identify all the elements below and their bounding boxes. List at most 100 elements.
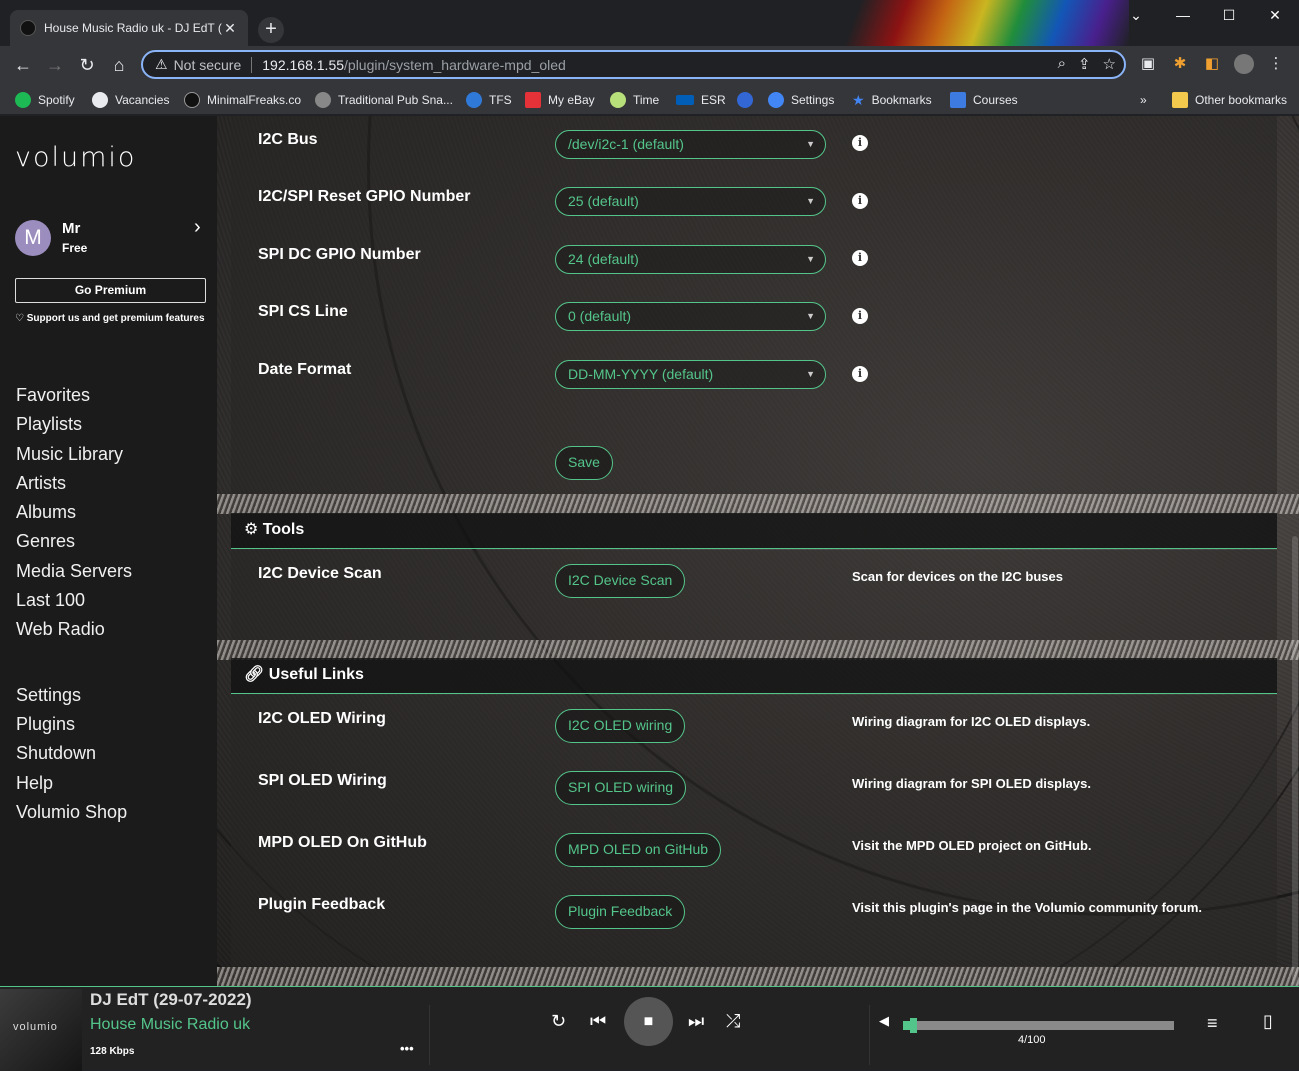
- forward-icon[interactable]: →: [43, 54, 67, 76]
- not-secure-label: Not secure: [173, 56, 242, 73]
- bookmark-settings[interactable]: Settings: [768, 90, 834, 110]
- stop-button[interactable]: ■: [624, 997, 673, 1046]
- scrollbar[interactable]: [1292, 536, 1298, 986]
- plugin-feedback-button[interactable]: Plugin Feedback: [555, 895, 686, 929]
- address-bar[interactable]: ⚠ Not secure 192.168.1.55/plugin/system_…: [141, 50, 1126, 79]
- chevron-right-icon[interactable]: ›: [194, 216, 201, 239]
- maximize-icon[interactable]: ☐: [1206, 0, 1252, 30]
- queue-icon[interactable]: ≡: [1207, 1013, 1218, 1034]
- tfs-icon: [466, 92, 482, 108]
- back-icon[interactable]: ←: [11, 54, 35, 76]
- go-premium-button[interactable]: Go Premium: [15, 278, 206, 303]
- bookmark-label: Time: [633, 93, 660, 107]
- user-name[interactable]: Mr: [62, 220, 80, 237]
- nav-music-library[interactable]: Music Library: [16, 444, 123, 465]
- album-art-logo: volumio: [13, 1021, 58, 1033]
- sidebar: volumio M Mr Free › Go Premium ♡ Support…: [0, 116, 217, 986]
- bookmark-vacancies[interactable]: Vacancies: [92, 90, 169, 110]
- spi-cs-line-select[interactable]: 0 (default) ▼: [555, 302, 826, 331]
- volume-icon[interactable]: ◀: [879, 1013, 889, 1029]
- info-icon[interactable]: i: [852, 193, 868, 209]
- nav-media-servers[interactable]: Media Servers: [16, 561, 132, 582]
- info-icon[interactable]: i: [852, 308, 868, 324]
- volume-slider[interactable]: [903, 1018, 1174, 1033]
- reset-gpio-select[interactable]: 25 (default) ▼: [555, 187, 826, 216]
- close-window-icon[interactable]: ✕: [1252, 0, 1298, 30]
- save-button[interactable]: Save: [555, 446, 613, 480]
- bookmark-courses[interactable]: Courses: [950, 90, 1018, 110]
- bookmark-label: My eBay: [548, 93, 595, 107]
- home-icon[interactable]: ⌂: [107, 54, 131, 76]
- share-icon[interactable]: ⇪: [1078, 55, 1091, 73]
- nav-settings[interactable]: Settings: [16, 685, 81, 706]
- zoom-icon[interactable]: ⌕: [1058, 55, 1066, 73]
- bookmark-tfs[interactable]: TFS: [466, 90, 512, 110]
- bookmark-time[interactable]: Time: [610, 90, 659, 110]
- reload-icon[interactable]: ↻: [75, 54, 99, 76]
- next-icon[interactable]: ⏭︎: [688, 1011, 704, 1032]
- nav-shutdown[interactable]: Shutdown: [16, 743, 96, 764]
- date-format-select[interactable]: DD-MM-YYYY (default) ▼: [555, 360, 826, 389]
- bookmark-spotify[interactable]: Spotify: [15, 90, 75, 110]
- bookmark-pub-snacks[interactable]: Traditional Pub Sna...: [315, 90, 453, 110]
- nav-plugins[interactable]: Plugins: [16, 714, 75, 735]
- extension-icon[interactable]: ▣: [1138, 54, 1158, 74]
- caret-down-icon: ▼: [806, 254, 815, 264]
- nav-genres[interactable]: Genres: [16, 531, 75, 552]
- i2c-device-scan-button[interactable]: I2C Device Scan: [555, 564, 686, 598]
- nav-help[interactable]: Help: [16, 773, 53, 794]
- bookmark-minimalfreaks[interactable]: MinimalFreaks.co: [184, 90, 301, 110]
- more-bookmarks-button[interactable]: »: [1140, 90, 1147, 110]
- nav-albums[interactable]: Albums: [16, 502, 76, 523]
- volumio-app: volumio M Mr Free › Go Premium ♡ Support…: [0, 116, 1299, 1071]
- bookmark-ebay[interactable]: My eBay: [525, 90, 595, 110]
- nav-volumio-shop[interactable]: Volumio Shop: [16, 802, 127, 823]
- track-title: DJ EdT (29-07-2022): [90, 990, 252, 1009]
- warning-icon: ⚠: [155, 56, 168, 72]
- repeat-icon[interactable]: ↻: [551, 1011, 566, 1032]
- bookmark-star-icon[interactable]: ☆: [1103, 55, 1116, 73]
- tab-close-icon[interactable]: ✕: [222, 20, 238, 37]
- info-icon[interactable]: i: [852, 250, 868, 266]
- spi-dc-gpio-select[interactable]: 24 (default) ▼: [555, 245, 826, 274]
- nav-artists[interactable]: Artists: [16, 473, 66, 494]
- bookmark-esr[interactable]: ESR: [676, 90, 726, 110]
- mpd-oled-github-button[interactable]: MPD OLED on GitHub: [555, 833, 722, 867]
- side-panel-icon[interactable]: ◧: [1202, 54, 1222, 74]
- spi-oled-wiring-button[interactable]: SPI OLED wiring: [555, 771, 687, 805]
- select-value: /dev/i2c-1 (default): [568, 136, 684, 152]
- link-label: SPI OLED Wiring: [258, 772, 387, 789]
- i2c-oled-wiring-button[interactable]: I2C OLED wiring: [555, 709, 686, 743]
- nhs-icon: [676, 95, 694, 105]
- shuffle-icon[interactable]: ⤮: [726, 1011, 740, 1032]
- info-icon[interactable]: i: [852, 366, 868, 382]
- album-art[interactable]: volumio: [0, 989, 82, 1071]
- nav-favorites[interactable]: Favorites: [16, 385, 90, 406]
- track-artist[interactable]: House Music Radio uk: [90, 1016, 250, 1034]
- divider: [251, 56, 253, 73]
- more-options-button[interactable]: •••: [400, 1041, 414, 1056]
- menu-kebab-icon[interactable]: ⋮: [1266, 54, 1286, 74]
- browser-tab[interactable]: House Music Radio uk - DJ EdT ( ✕: [10, 10, 248, 46]
- volume-knob[interactable]: [910, 1018, 917, 1033]
- minimize-icon[interactable]: —: [1160, 0, 1206, 30]
- new-tab-button[interactable]: +: [258, 17, 284, 43]
- info-icon[interactable]: i: [852, 135, 868, 151]
- plugin-settings-content: I2C Bus /dev/i2c-1 (default) ▼ i I2C/SPI …: [217, 116, 1299, 986]
- puzzle-icon[interactable]: ✱: [1170, 54, 1190, 74]
- nav-last-100[interactable]: Last 100: [16, 590, 85, 611]
- avatar[interactable]: M: [15, 220, 51, 256]
- bookmark-bookmarks[interactable]: ★ Bookmarks: [852, 90, 932, 110]
- nav-web-radio[interactable]: Web Radio: [16, 619, 105, 640]
- profile-avatar[interactable]: [1234, 54, 1254, 74]
- tab-search-icon[interactable]: ⌄: [1113, 0, 1159, 30]
- volumio-logo[interactable]: volumio: [15, 142, 136, 173]
- support-link[interactable]: ♡ Support us and get premium features: [15, 313, 205, 324]
- bookmark-unnamed[interactable]: [737, 90, 760, 110]
- previous-icon[interactable]: ⏮︎: [590, 1011, 606, 1032]
- other-bookmarks[interactable]: Other bookmarks: [1172, 90, 1287, 110]
- speaker-icon[interactable]: ▯: [1263, 1011, 1273, 1032]
- support-text: Support us and get premium features: [26, 313, 205, 324]
- i2c-bus-select[interactable]: /dev/i2c-1 (default) ▼: [555, 130, 826, 159]
- nav-playlists[interactable]: Playlists: [16, 414, 82, 435]
